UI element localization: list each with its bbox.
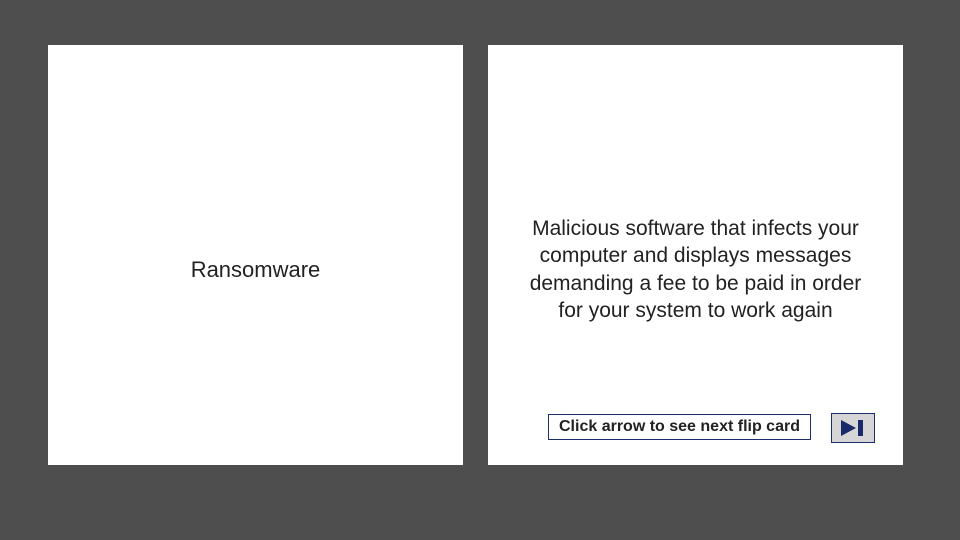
- card-term: Ransomware: [48, 257, 463, 283]
- card-definition: Malicious software that infects your com…: [488, 215, 903, 324]
- instruction-label: Click arrow to see next flip card: [548, 414, 811, 440]
- flip-card-front: Ransomware: [48, 45, 463, 465]
- play-next-icon: [839, 419, 867, 437]
- flip-card-back: Malicious software that infects your com…: [488, 45, 903, 465]
- next-card-button[interactable]: [831, 413, 875, 443]
